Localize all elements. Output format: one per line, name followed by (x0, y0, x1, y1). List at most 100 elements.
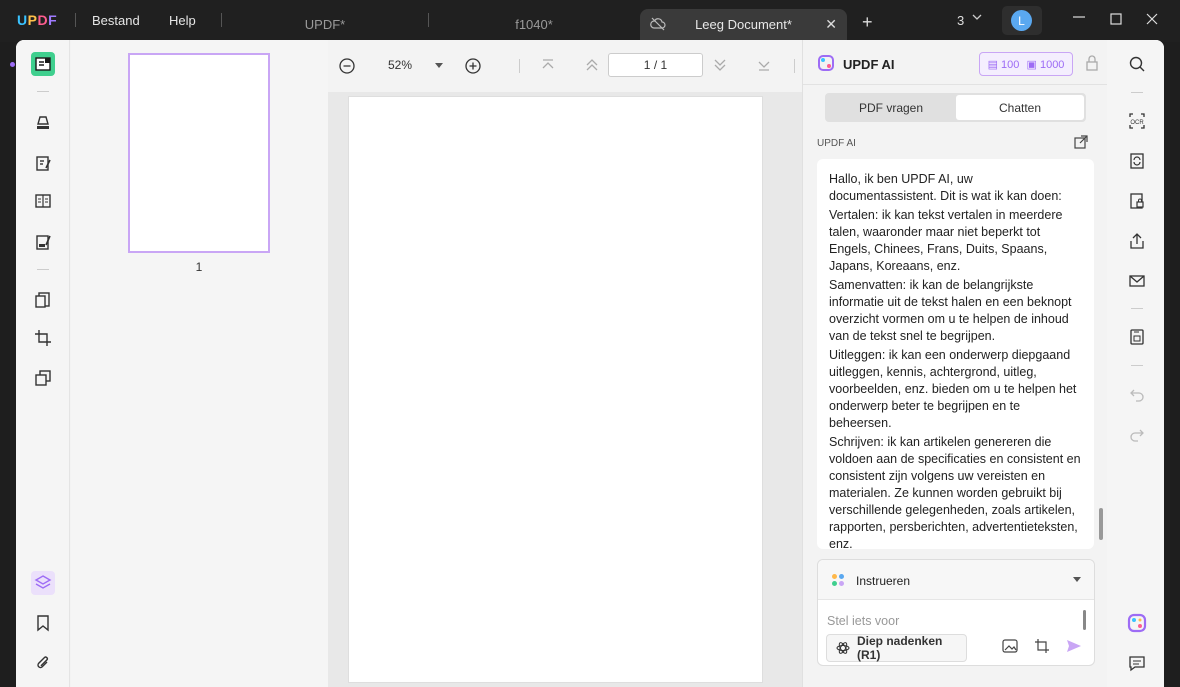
viewer-toolbar: 52% 1 / 1 (328, 40, 802, 92)
chevron-down-icon[interactable] (971, 11, 983, 23)
first-page-icon[interactable] (540, 57, 558, 75)
title-divider (75, 13, 76, 27)
window-count[interactable]: 3 (957, 13, 964, 28)
divider (794, 59, 795, 73)
message-sender: UPDF AI (817, 138, 856, 149)
right-toolbar: OCR (1107, 40, 1164, 687)
prompt-mode-select[interactable]: Instrueren (818, 560, 1094, 600)
current-page: 1 (643, 58, 651, 72)
total-pages: 1 (660, 58, 668, 72)
screenshot-crop-icon[interactable] (1034, 638, 1050, 654)
attachment-icon[interactable] (31, 651, 55, 675)
tab-pdf-vragen[interactable]: PDF vragen (827, 95, 955, 120)
reader-mode-icon[interactable] (31, 52, 55, 76)
message-paragraph: Samenvatten: ik kan de belangrijkste inf… (829, 278, 1072, 343)
message-paragraph: Vertalen: ik kan tekst vertalen in meerd… (829, 208, 1063, 273)
bookmark-icon[interactable] (31, 611, 55, 635)
svg-text:OCR: OCR (1130, 120, 1144, 126)
document-viewer[interactable]: 52% 1 / 1 (328, 40, 802, 687)
message-paragraph: Schrijven: ik kan artikelen genereren di… (829, 435, 1081, 549)
thumbnail-panel: 1 (71, 40, 328, 687)
close-tab-icon[interactable]: ✕ (825, 16, 837, 33)
updf-ai-logo-icon (817, 54, 835, 72)
ai-panel: UPDF AI ▤ 100 ▣ 1000 PDF vragen Chatten … (802, 40, 1108, 687)
undo-icon[interactable] (1127, 385, 1147, 405)
input-scrollbar (1083, 610, 1086, 630)
sign-icon[interactable] (31, 230, 55, 254)
thumbnail-page-number: 1 (195, 260, 203, 274)
lock-icon[interactable] (1086, 55, 1098, 71)
search-icon[interactable] (1127, 54, 1147, 74)
deep-think-button[interactable]: Diep nadenken (R1) (826, 634, 967, 662)
prompt-mode-icon (831, 573, 845, 587)
page-thumbnail[interactable] (128, 53, 270, 253)
divider (1131, 308, 1143, 309)
main-frame: 1 52% 1 / 1 UPDF AI ▤ 100 ▣ 1000 PDF vra… (16, 40, 1164, 687)
form-icon[interactable] (31, 189, 55, 213)
share-icon[interactable] (1127, 231, 1147, 251)
next-page-icon[interactable] (712, 57, 730, 75)
close-window-icon[interactable] (1146, 13, 1158, 25)
zoom-in-icon[interactable] (464, 57, 482, 75)
open-external-icon[interactable] (1074, 135, 1088, 149)
redo-icon[interactable] (1127, 425, 1147, 445)
chat-scrollbar[interactable] (1099, 508, 1103, 540)
updf-ai-icon[interactable] (1127, 613, 1147, 633)
last-page-icon[interactable] (756, 57, 774, 75)
image-upload-icon[interactable] (1002, 639, 1018, 653)
protect-icon[interactable] (1127, 191, 1147, 211)
document-credits: ▤ 100 (987, 58, 1020, 71)
tab-chatten[interactable]: Chatten (956, 95, 1084, 120)
edit-pdf-icon[interactable] (31, 151, 55, 175)
zoom-dropdown-icon[interactable] (434, 60, 452, 78)
divider (519, 59, 520, 73)
divider (37, 269, 49, 270)
avatar[interactable]: L (1011, 10, 1032, 31)
convert-icon[interactable] (1127, 151, 1147, 171)
menu-help[interactable]: Help (169, 13, 196, 28)
tab-updf[interactable]: UPDF* (222, 9, 428, 40)
prompt-mode-label: Instrueren (856, 574, 911, 588)
credits-badge[interactable]: ▤ 100 ▣ 1000 (979, 52, 1073, 76)
highlighter-icon[interactable] (31, 111, 55, 135)
message-paragraph: Uitleggen: ik kan een onderwerp diepgaan… (829, 348, 1077, 430)
new-tab-icon[interactable]: + (862, 12, 873, 33)
app-window: UPDF Bestand Help UPDF* f1040* Leeg Docu… (0, 0, 1180, 687)
left-toolbar (16, 40, 70, 687)
divider (803, 84, 1108, 85)
page-separator: / (653, 58, 658, 72)
updf-logo[interactable]: UPDF (17, 12, 57, 28)
chat-credits: ▣ 1000 (1026, 58, 1065, 71)
ai-message-bubble: Hallo, ik ben UPDF AI, uw documentassist… (817, 159, 1094, 549)
page-number-input[interactable]: 1 / 1 (608, 53, 703, 77)
comment-icon[interactable] (1127, 653, 1147, 673)
cloud-off-icon (650, 17, 666, 31)
tab-leeg-document[interactable]: Leeg Document* ✕ (640, 9, 847, 40)
divider (1131, 92, 1143, 93)
send-icon[interactable] (1066, 639, 1082, 653)
pdf-page[interactable] (348, 96, 763, 683)
menu-bestand[interactable]: Bestand (92, 13, 140, 28)
crop-icon[interactable] (31, 326, 55, 350)
chat-input-box: Instrueren Stel iets voor Diep nadenken … (817, 559, 1095, 666)
mail-icon[interactable] (1127, 271, 1147, 291)
chat-input-placeholder[interactable]: Stel iets voor (827, 614, 899, 628)
combine-icon[interactable] (31, 366, 55, 390)
organize-pages-icon[interactable] (31, 288, 55, 312)
layers-icon[interactable] (31, 571, 55, 595)
zoom-level[interactable]: 52% (388, 58, 412, 72)
divider (1131, 365, 1143, 366)
ocr-icon[interactable]: OCR (1127, 111, 1147, 131)
previous-page-icon[interactable] (584, 57, 602, 75)
message-paragraph: Hallo, ik ben UPDF AI, uw documentassist… (829, 172, 1062, 203)
atom-icon (836, 641, 850, 655)
minimize-icon[interactable] (1072, 10, 1086, 24)
zoom-out-icon[interactable] (338, 57, 356, 75)
ai-mode-tabs: PDF vragen Chatten (825, 93, 1086, 122)
tab-f1040[interactable]: f1040* (430, 9, 638, 40)
save-icon[interactable] (1127, 327, 1147, 347)
chevron-down-icon (1073, 577, 1081, 583)
title-divider (428, 13, 429, 27)
tab-label: Leeg Document* (695, 17, 792, 32)
maximize-icon[interactable] (1110, 13, 1122, 25)
